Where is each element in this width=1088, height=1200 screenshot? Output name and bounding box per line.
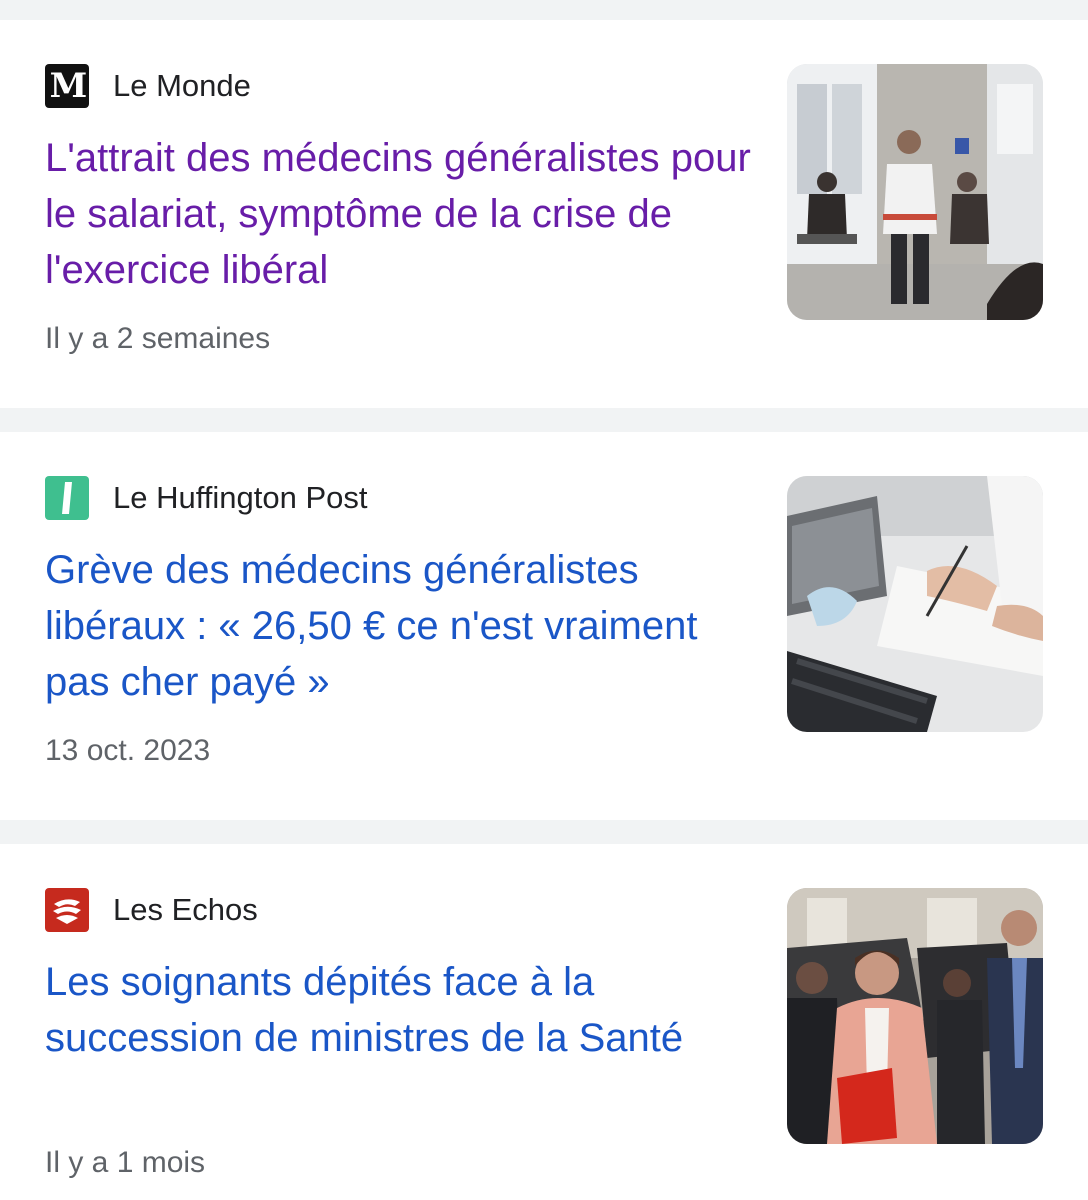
doctor-writing-prescription-photo[interactable] [787, 476, 1043, 732]
news-card[interactable]: Les Echos Les soignants dépités face à l… [0, 844, 1088, 1200]
source-name: Le Monde [113, 68, 251, 103]
news-card[interactable]: Le Huffington Post Grève des médecins gé… [0, 432, 1088, 820]
article-timestamp: Il y a 1 mois [45, 1146, 206, 1179]
article-timestamp: Il y a 2 semaines [45, 322, 271, 355]
source-row: Les Echos [45, 888, 258, 932]
news-card[interactable]: M Le Monde L'attrait des médecins généra… [0, 20, 1088, 408]
article-headline-link[interactable]: Grève des médecins généralistes libéraux… [45, 542, 755, 710]
source-row: Le Huffington Post [45, 476, 368, 520]
source-name: Les Echos [113, 892, 258, 927]
source-row: M Le Monde [45, 64, 251, 108]
les-echos-logo-icon [45, 888, 89, 932]
clinic-waiting-room-photo[interactable] [787, 64, 1043, 320]
article-headline-link[interactable]: Les soignants dépités face à la successi… [45, 954, 755, 1066]
source-name: Le Huffington Post [113, 480, 368, 515]
huffington-post-logo-icon [45, 476, 89, 520]
le-monde-logo-icon: M [45, 64, 89, 108]
minister-walking-photo[interactable] [787, 888, 1043, 1144]
article-timestamp: 13 oct. 2023 [45, 734, 211, 767]
article-headline-link[interactable]: L'attrait des médecins généralistes pour… [45, 130, 755, 298]
